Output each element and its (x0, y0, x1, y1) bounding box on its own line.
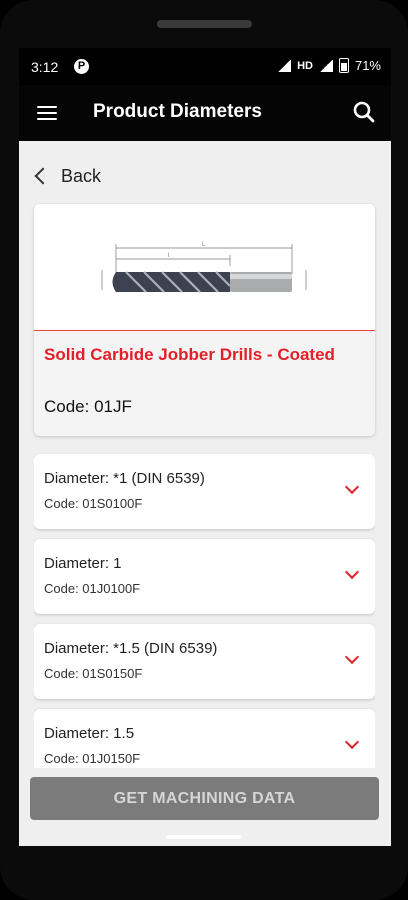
diameter-item[interactable]: Diameter: 1.5 Code: 01J0150F (34, 709, 375, 768)
product-name: Solid Carbide Jobber Drills - Coated (44, 345, 335, 364)
diameter-item[interactable]: Diameter: 1 Code: 01J0100F (34, 539, 375, 614)
back-button[interactable]: Back (33, 160, 101, 192)
product-image: L l (34, 204, 375, 331)
signal-icon (318, 59, 333, 72)
phone-frame: 3:12 P HD 71% Product Diameters Back L l… (0, 0, 408, 900)
diameter-item[interactable]: Diameter: *1.5 (DIN 6539) Code: 01S0150F (34, 624, 375, 699)
svg-text:L: L (202, 242, 206, 248)
diameter-label: Diameter: 1 (44, 555, 122, 572)
product-info: Solid Carbide Jobber Drills - Coated Cod… (34, 331, 375, 436)
diameter-label: Diameter: *1 (DIN 6539) (44, 470, 205, 487)
battery-icon (338, 58, 349, 73)
back-label: Back (61, 165, 102, 186)
diameter-list[interactable]: Diameter: *1 (DIN 6539) Code: 01S0100F D… (34, 454, 375, 768)
notification-icon: P (74, 59, 89, 74)
speaker (157, 20, 252, 28)
wifi-icon (277, 59, 292, 72)
page-title: Product Diameters (93, 101, 262, 122)
diameter-code: Code: 01J0150F (44, 751, 141, 766)
svg-text:l: l (168, 253, 169, 259)
network-type: HD (297, 59, 313, 72)
app-bar: Product Diameters (19, 85, 391, 141)
diameter-item[interactable]: Diameter: *1 (DIN 6539) Code: 01S0100F (34, 454, 375, 529)
diameter-code: Code: 01J0100F (44, 581, 141, 596)
diameter-label: Diameter: 1.5 (44, 725, 135, 742)
status-time: 3:12 (31, 59, 59, 75)
battery-percent: 71% (354, 58, 381, 73)
status-bar: 3:12 P HD 71% (19, 48, 391, 85)
search-icon[interactable] (351, 99, 377, 125)
product-code: Code: 01JF (44, 397, 132, 416)
chevron-down-icon[interactable] (344, 564, 360, 580)
status-icons: HD 71% (277, 58, 381, 73)
hamburger-menu-icon[interactable] (37, 106, 57, 120)
home-indicator[interactable] (166, 835, 241, 839)
diameter-code: Code: 01S0100F (44, 496, 143, 511)
diameter-label: Diameter: *1.5 (DIN 6539) (44, 640, 218, 657)
get-machining-data-button[interactable]: GET MACHINING DATA (30, 777, 379, 820)
chevron-down-icon[interactable] (344, 734, 360, 750)
chevron-down-icon[interactable] (344, 649, 360, 665)
diameter-code: Code: 01S0150F (44, 666, 143, 681)
chevron-down-icon[interactable] (344, 479, 360, 495)
screen: 3:12 P HD 71% Product Diameters Back L l… (19, 48, 391, 846)
drill-diagram-icon: L l (101, 242, 307, 293)
product-card: L l Solid Carbide Jobber Drills - Coated… (34, 204, 375, 436)
chevron-left-icon (34, 167, 52, 185)
